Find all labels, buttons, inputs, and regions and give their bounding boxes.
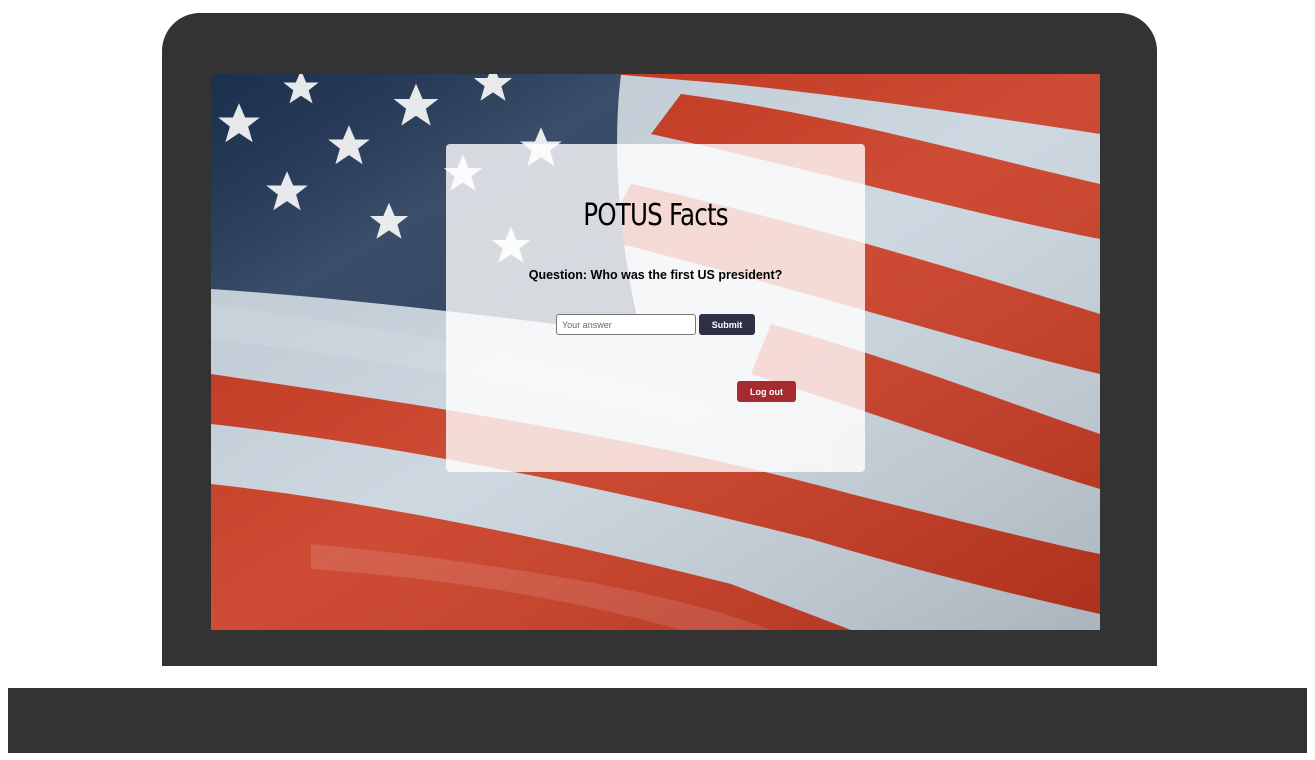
laptop-screen: POTUS Facts Question: Who was the first … (211, 74, 1100, 630)
submit-button[interactable]: Submit (699, 314, 755, 335)
answer-input[interactable] (556, 314, 696, 335)
logout-button[interactable]: Log out (737, 381, 796, 402)
quiz-card: POTUS Facts Question: Who was the first … (446, 144, 865, 472)
question-text: Question: Who was the first US president… (528, 268, 783, 282)
page-title: POTUS Facts (583, 198, 728, 233)
laptop-base (8, 688, 1307, 753)
